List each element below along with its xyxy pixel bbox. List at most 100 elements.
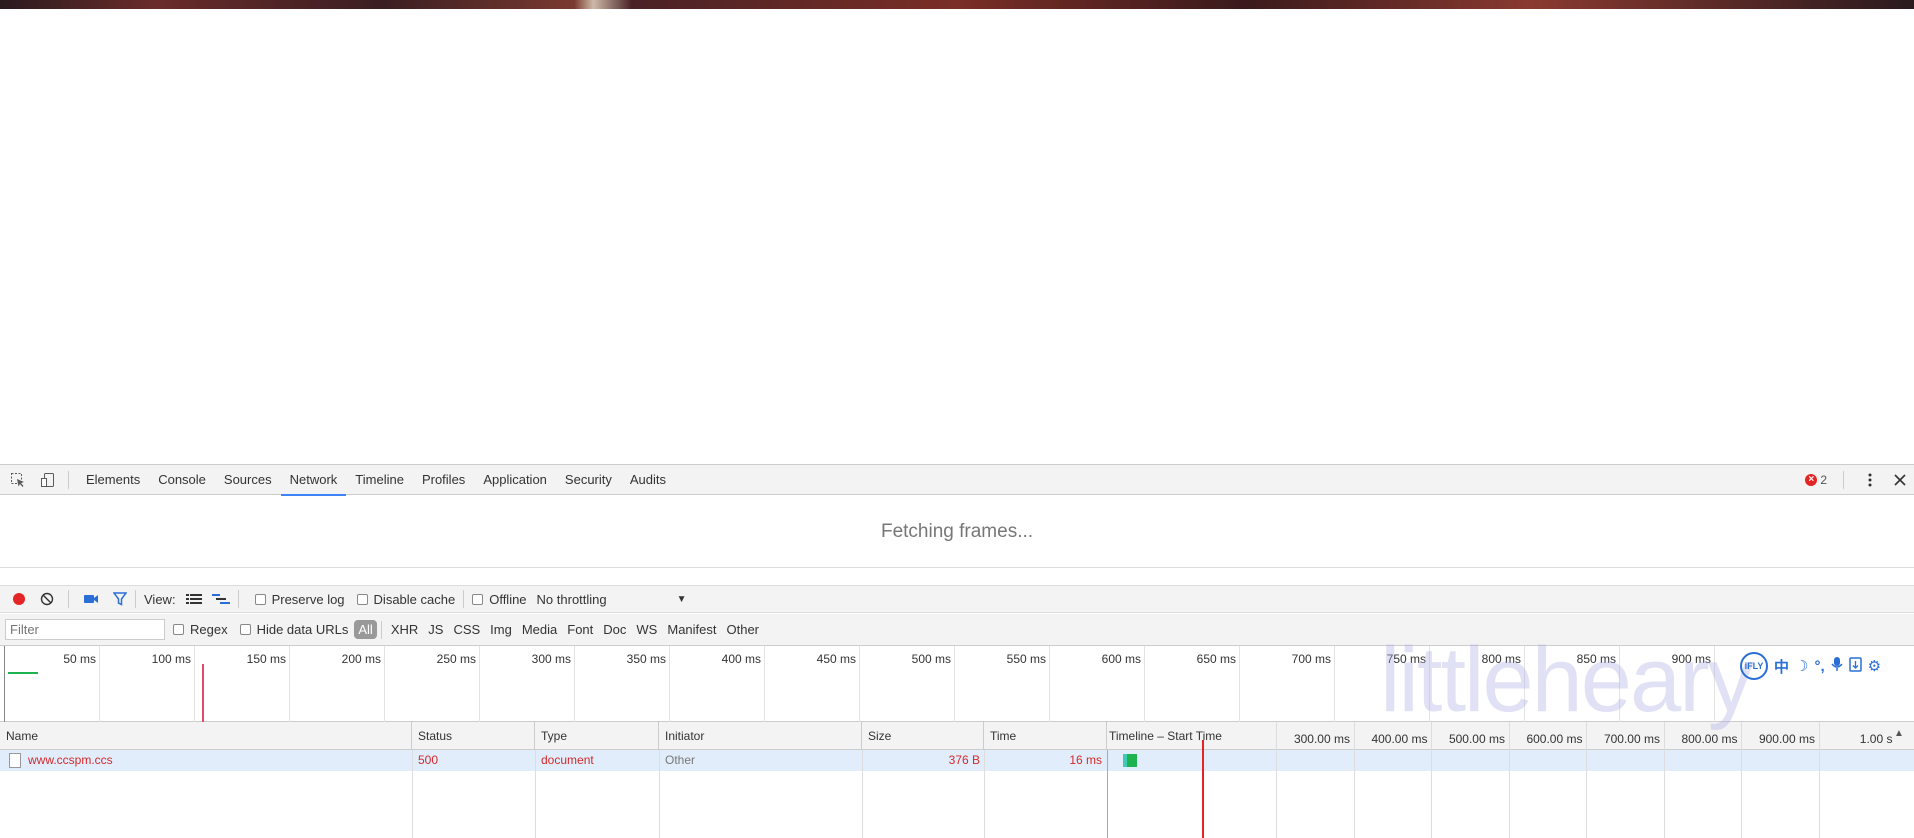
filter-icon[interactable] (113, 585, 127, 613)
overview-tick-label: 100 ms (151, 652, 191, 666)
preserve-log-label: Preserve log (271, 591, 345, 607)
overview-gridline (99, 646, 100, 722)
hide-data-urls-checkbox[interactable] (239, 624, 251, 635)
column-type[interactable]: Type (535, 722, 659, 750)
error-icon: × (1805, 474, 1818, 486)
column-timeline[interactable]: Timeline – Start Time (1107, 722, 1277, 750)
large-rows-icon[interactable] (185, 585, 202, 613)
punctuation-icon[interactable]: °, (1814, 658, 1824, 675)
load-event-line (1202, 740, 1204, 838)
disable-cache-label: Disable cache (373, 591, 456, 607)
filter-type-other[interactable]: Other (722, 620, 765, 639)
requests-table: Name Status Type Initiator Size Time Tim… (0, 722, 1914, 838)
toolbar-separator-4 (463, 590, 465, 608)
column-divider (535, 750, 536, 838)
toolbox-icon[interactable] (1848, 656, 1862, 676)
regex-checkbox[interactable] (173, 624, 184, 635)
view-label: View: (144, 591, 176, 607)
column-time[interactable]: Time (984, 722, 1107, 750)
document-icon (9, 753, 21, 768)
filter-type-xhr[interactable]: XHR (386, 620, 423, 639)
tab-elements[interactable]: Elements (77, 465, 149, 495)
request-initiator: Other (665, 753, 696, 767)
filter-type-manifest[interactable]: Manifest (662, 620, 721, 639)
filter-separator (380, 620, 382, 639)
capture-screenshots-icon[interactable] (83, 585, 99, 613)
filter-type-media[interactable]: Media (517, 620, 562, 639)
tab-audits[interactable]: Audits (621, 465, 675, 495)
column-initiator[interactable]: Initiator (659, 722, 862, 750)
table-row[interactable]: www.ccspm.ccs 500 document Other 376 B 1… (0, 750, 1914, 771)
error-counter[interactable]: × 2 (1805, 473, 1827, 487)
tab-timeline[interactable]: Timeline (346, 465, 413, 495)
tabbar-right-separator (1843, 471, 1844, 489)
tab-application[interactable]: Application (474, 465, 556, 495)
filter-type-font[interactable]: Font (562, 620, 598, 639)
filter-type-all[interactable]: All (354, 620, 377, 639)
inspect-element-icon[interactable] (6, 468, 30, 492)
waterfall-bar (1123, 754, 1137, 767)
toolbar-separator-2 (135, 590, 136, 608)
disable-cache-checkbox[interactable] (356, 593, 368, 605)
column-status[interactable]: Status (412, 722, 535, 750)
toolbar-separator-3 (237, 590, 239, 608)
microphone-icon[interactable] (1831, 656, 1843, 676)
column-divider (862, 750, 863, 838)
waterfall-tick-label: 600.00 ms (1526, 732, 1583, 746)
tab-network[interactable]: Network (280, 465, 347, 496)
filter-type-js[interactable]: JS (423, 620, 448, 639)
tabbar-right: × 2 (1805, 465, 1914, 495)
devtools-tabbar: Elements Console Sources Network Timelin… (0, 465, 1914, 496)
overview-tick-label: 350 ms (626, 652, 666, 666)
clear-icon[interactable] (40, 585, 54, 613)
tab-console[interactable]: Console (149, 465, 215, 495)
overview-tick-label: 250 ms (436, 652, 476, 666)
page-viewport (0, 9, 1914, 464)
device-toolbar-icon[interactable] (36, 468, 60, 492)
tab-profiles[interactable]: Profiles (413, 465, 474, 495)
record-button[interactable] (12, 585, 26, 613)
filter-type-css[interactable]: CSS (448, 620, 485, 639)
waterfall-gridline (1586, 750, 1587, 838)
tab-security[interactable]: Security (556, 465, 621, 495)
column-divider (984, 750, 985, 838)
waterfall-view-icon[interactable] (211, 585, 230, 613)
overview-gridline (574, 646, 575, 722)
tabbar-separator (68, 470, 69, 489)
tab-sources[interactable]: Sources (215, 465, 281, 495)
moon-icon[interactable]: ☽ (1795, 657, 1808, 675)
overview-start-line (4, 646, 5, 722)
overview-tick-label: 400 ms (721, 652, 761, 666)
chinese-mode-icon[interactable]: 中 (1774, 656, 1789, 677)
overview-tick-label: 450 ms (816, 652, 856, 666)
waterfall-tick-label: 800.00 ms (1681, 732, 1738, 746)
request-type: document (541, 753, 594, 767)
more-options-icon[interactable] (1858, 468, 1882, 492)
overview-tick-label: 550 ms (1006, 652, 1046, 666)
waterfall-tick-label: 700.00 ms (1603, 732, 1660, 746)
waterfall-tick-label: 1.00 s (1859, 732, 1893, 746)
overview-gridline (289, 646, 290, 722)
dropdown-arrow-icon: ▼ (676, 593, 687, 605)
overview-gridline (479, 646, 480, 722)
throttling-select[interactable]: No throttling ▼ (537, 592, 687, 607)
filter-type-ws[interactable]: WS (631, 620, 662, 639)
overview-gridline (1049, 646, 1050, 722)
overview-gridline (954, 646, 955, 722)
offline-checkbox[interactable] (472, 593, 484, 605)
settings-gear-icon[interactable]: ⚙ (1868, 657, 1881, 675)
column-name[interactable]: Name (0, 722, 412, 750)
close-icon[interactable] (1888, 468, 1912, 492)
preserve-log-checkbox[interactable] (254, 593, 266, 605)
column-size[interactable]: Size (862, 722, 984, 750)
overview-tick-label: 600 ms (1101, 652, 1141, 666)
waterfall-gridline (1353, 750, 1355, 838)
ifly-logo[interactable]: iFLY (1740, 652, 1768, 680)
waterfall-tick-label: 500.00 ms (1448, 732, 1505, 746)
toolbar-separator (68, 590, 69, 608)
filter-input[interactable] (5, 619, 165, 640)
filter-type-doc[interactable]: Doc (598, 620, 631, 639)
regex-label: Regex (190, 622, 228, 637)
filter-type-img[interactable]: Img (485, 620, 517, 639)
watermark: littleheary (1380, 629, 1754, 731)
